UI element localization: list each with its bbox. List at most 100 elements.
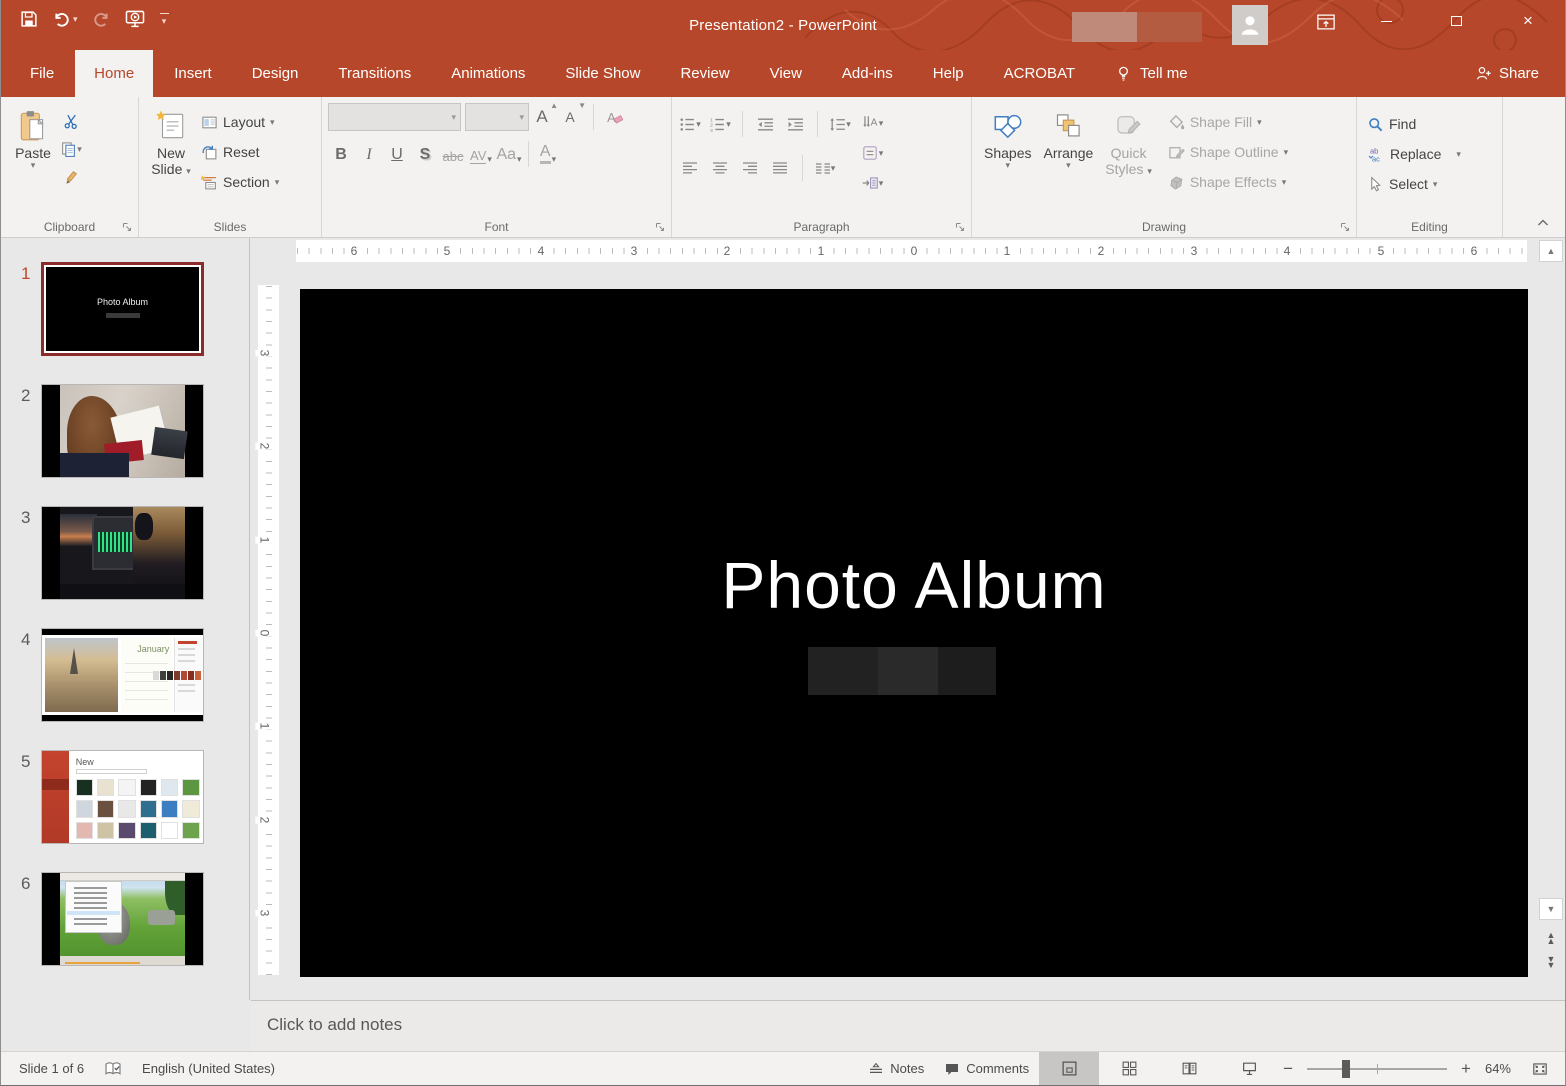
spellcheck-button[interactable]: [94, 1052, 132, 1085]
avatar[interactable]: [1232, 5, 1268, 45]
slide-2-thumbnail[interactable]: [41, 384, 204, 478]
zoom-out-button[interactable]: −: [1279, 1059, 1297, 1079]
columns-button[interactable]: ▾: [813, 156, 837, 180]
maximize-button[interactable]: [1433, 0, 1479, 42]
fit-slide-to-window-button[interactable]: [1521, 1052, 1565, 1085]
zoom-level[interactable]: 64%: [1475, 1052, 1521, 1085]
underline-button[interactable]: U: [384, 141, 410, 167]
paste-button[interactable]: Paste▾: [7, 103, 59, 174]
view-reading-button[interactable]: [1159, 1052, 1219, 1085]
grow-font-button[interactable]: A▲: [533, 105, 557, 129]
font-color-button[interactable]: A▾: [535, 141, 561, 167]
shape-fill-button[interactable]: Shape Fill▾: [1164, 109, 1292, 135]
character-spacing-button[interactable]: AV▾: [468, 141, 494, 167]
tab-view[interactable]: View: [751, 50, 821, 97]
clear-formatting-button[interactable]: [602, 105, 626, 129]
view-slideshow-button[interactable]: [1219, 1052, 1279, 1085]
zoom-in-button[interactable]: +: [1457, 1059, 1475, 1079]
thumbnail-item-2[interactable]: 2: [1, 384, 249, 478]
replace-button[interactable]: Replace▾: [1363, 141, 1465, 167]
undo-caret-icon[interactable]: ▾: [73, 15, 78, 24]
line-spacing-button[interactable]: ▾: [828, 112, 852, 136]
collapse-ribbon-button[interactable]: [1535, 215, 1551, 231]
reset-button[interactable]: Reset: [197, 139, 283, 165]
justify-button[interactable]: [768, 156, 792, 180]
tab-slide-show[interactable]: Slide Show: [546, 50, 659, 97]
notes-placeholder[interactable]: Click to add notes: [267, 1015, 402, 1035]
change-case-button[interactable]: Aa▾: [496, 141, 522, 167]
thumbnail-item-6[interactable]: 6: [1, 872, 249, 966]
align-left-button[interactable]: [678, 156, 702, 180]
shapes-button[interactable]: Shapes▾: [978, 103, 1037, 174]
tab-home[interactable]: Home: [75, 50, 153, 97]
quick-styles-button[interactable]: Quick Styles ▾: [1099, 103, 1158, 181]
align-right-button[interactable]: [738, 156, 762, 180]
font-name-combobox[interactable]: ▾: [328, 103, 461, 131]
close-button[interactable]: ×: [1505, 0, 1551, 42]
slide-thumbnail-panel[interactable]: 1 Photo Album 2 3: [1, 238, 250, 1000]
slide-6-thumbnail[interactable]: [41, 872, 204, 966]
tab-transitions[interactable]: Transitions: [319, 50, 430, 97]
cut-button[interactable]: [59, 109, 83, 133]
scroll-up-button[interactable]: ▲: [1539, 240, 1563, 262]
tab-review[interactable]: Review: [661, 50, 748, 97]
select-button[interactable]: Select▾: [1363, 171, 1465, 197]
copy-button[interactable]: ▾: [59, 137, 83, 161]
tab-acrobat[interactable]: ACROBAT: [985, 50, 1094, 97]
tab-help[interactable]: Help: [914, 50, 983, 97]
tab-insert[interactable]: Insert: [155, 50, 231, 97]
comments-toggle-button[interactable]: Comments: [934, 1052, 1039, 1085]
strikethrough-button[interactable]: abc: [440, 141, 466, 167]
scroll-down-button[interactable]: ▼: [1539, 898, 1563, 920]
thumbnail-item-4[interactable]: 4 January: [1, 628, 249, 722]
zoom-slider-thumb[interactable]: [1342, 1060, 1350, 1078]
shape-effects-button[interactable]: Shape Effects▾: [1164, 169, 1292, 195]
minimize-button[interactable]: [1363, 0, 1409, 42]
share-button[interactable]: Share: [1449, 50, 1565, 97]
notes-toggle-button[interactable]: Notes: [858, 1052, 934, 1085]
tab-add-ins[interactable]: Add-ins: [823, 50, 912, 97]
shrink-font-button[interactable]: A▼: [561, 105, 585, 129]
notes-pane[interactable]: Click to add notes: [251, 1001, 1565, 1052]
bullets-button[interactable]: ▾: [678, 112, 702, 136]
vertical-scrollbar[interactable]: ▲ ▼ ▲▲ ▼▼ ▲ ▼: [1539, 240, 1563, 1000]
save-button[interactable]: [19, 9, 39, 29]
font-size-combobox[interactable]: ▾: [465, 103, 529, 131]
find-button[interactable]: Find: [1363, 111, 1465, 137]
tab-file[interactable]: File: [11, 50, 73, 97]
language-indicator[interactable]: English (United States): [132, 1052, 285, 1085]
slide-5-thumbnail[interactable]: New: [41, 750, 204, 844]
bold-button[interactable]: B: [328, 141, 354, 167]
decrease-indent-button[interactable]: [753, 112, 777, 136]
tab-design[interactable]: Design: [233, 50, 318, 97]
previous-slide-button[interactable]: ▲▲: [1539, 928, 1563, 948]
dialog-launcher-icon[interactable]: [954, 221, 966, 233]
align-center-button[interactable]: [708, 156, 732, 180]
layout-button[interactable]: Layout▾: [197, 109, 283, 135]
section-button[interactable]: Section▾: [197, 169, 283, 195]
slide-3-thumbnail[interactable]: [41, 506, 204, 600]
numbering-button[interactable]: ▾: [708, 112, 732, 136]
dialog-launcher-icon[interactable]: [1339, 221, 1351, 233]
arrange-button[interactable]: Arrange▾: [1037, 103, 1099, 174]
new-slide-button[interactable]: New Slide ▾: [145, 103, 197, 181]
text-direction-button[interactable]: ▾: [860, 111, 884, 135]
next-slide-button[interactable]: ▼▼: [1539, 952, 1563, 972]
start-slideshow-button[interactable]: [124, 8, 146, 30]
shape-outline-button[interactable]: Shape Outline▾: [1164, 139, 1292, 165]
convert-to-smartart-button[interactable]: ▾: [860, 171, 884, 195]
format-painter-button[interactable]: [59, 165, 83, 189]
view-slide-sorter-button[interactable]: [1099, 1052, 1159, 1085]
slide-1-thumbnail[interactable]: Photo Album: [41, 262, 204, 356]
dialog-launcher-icon[interactable]: [654, 221, 666, 233]
undo-button[interactable]: ▾: [53, 10, 78, 28]
ribbon-display-options-button[interactable]: [1311, 8, 1341, 36]
slide-editing-canvas[interactable]: Photo Album: [300, 289, 1528, 977]
slide-indicator[interactable]: Slide 1 of 6: [1, 1052, 94, 1085]
dialog-launcher-icon[interactable]: [121, 221, 133, 233]
thumbnail-item-3[interactable]: 3: [1, 506, 249, 600]
align-text-button[interactable]: ▾: [860, 141, 884, 165]
slide-title-text[interactable]: Photo Album: [300, 547, 1528, 623]
text-shadow-button[interactable]: S: [412, 141, 438, 167]
zoom-slider[interactable]: [1307, 1068, 1447, 1070]
